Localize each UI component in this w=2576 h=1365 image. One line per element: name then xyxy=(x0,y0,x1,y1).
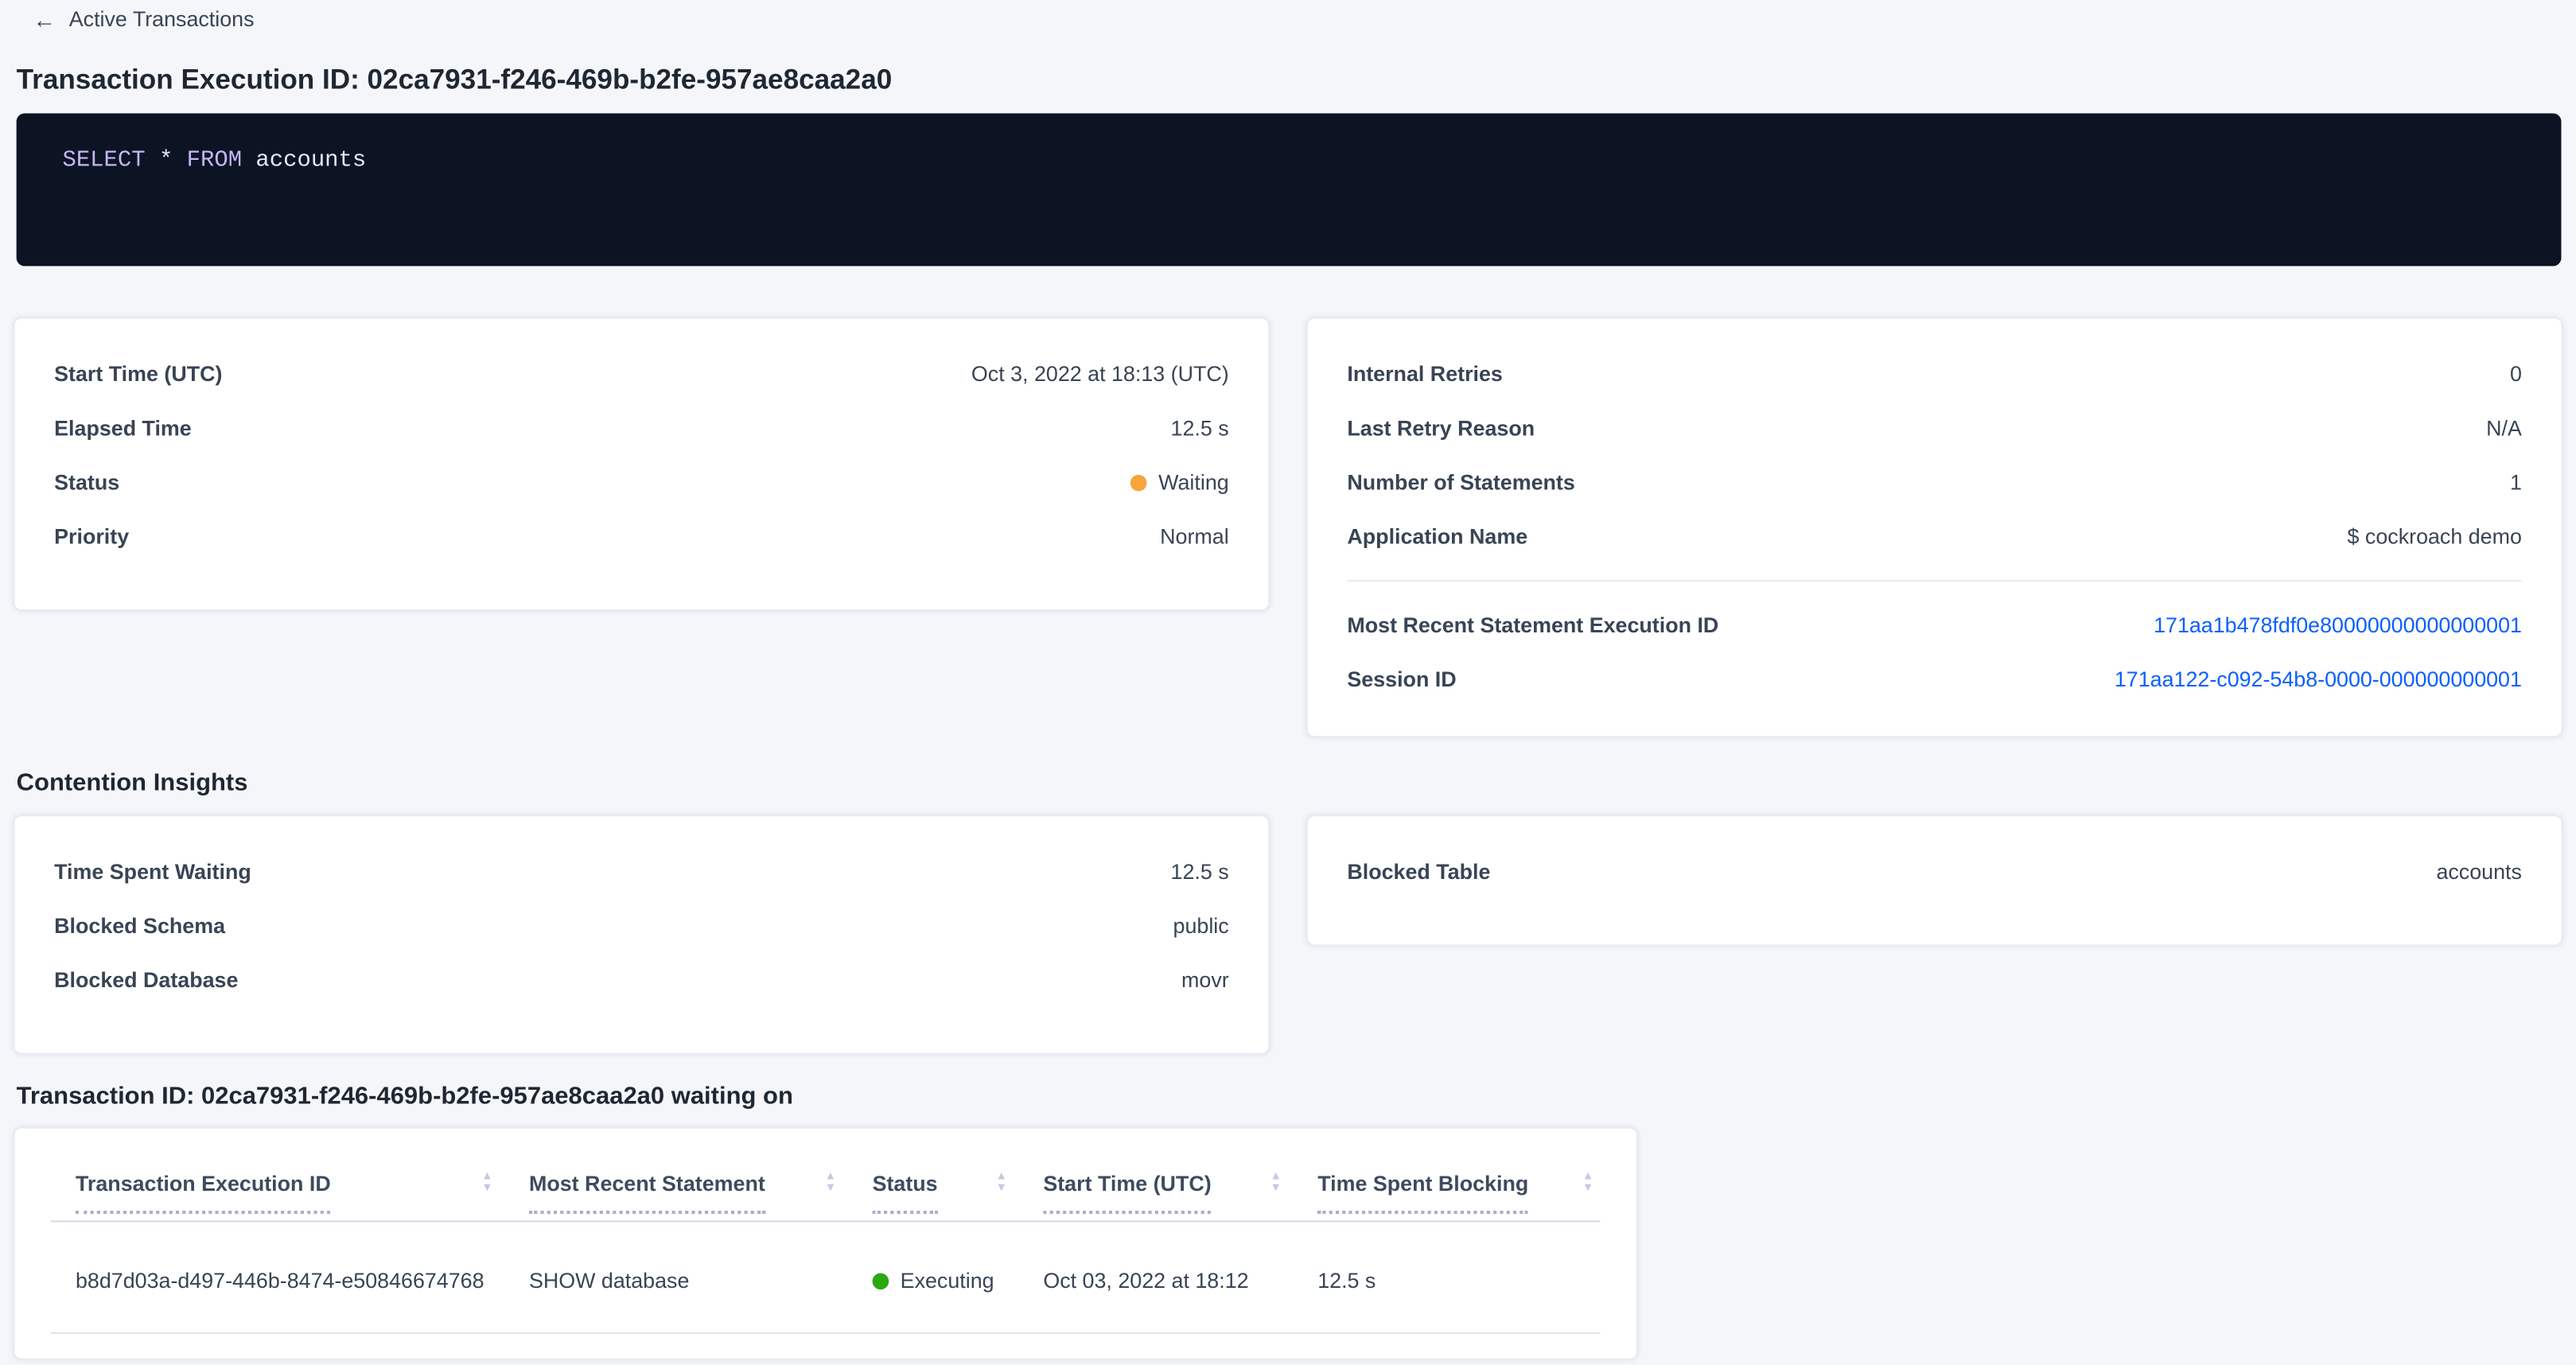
column-header-most-recent-statement[interactable]: Most Recent Statement ▲▼ xyxy=(529,1169,873,1219)
back-link-active-transactions[interactable]: ← Active Transactions xyxy=(33,6,254,31)
cell-transaction-execution-id: b8d7d03a-d497-446b-8474-e50846674768 xyxy=(76,1266,529,1295)
sort-icon[interactable]: ▲▼ xyxy=(1582,1172,1593,1192)
summary-row-status: Status Waiting xyxy=(54,465,1229,498)
summary-label: Start Time (UTC) xyxy=(54,357,222,390)
contention-row-blocked-schema: Blocked Schema public xyxy=(54,909,1229,942)
summary-label: Number of Statements xyxy=(1347,465,1574,498)
statement-execution-id-link[interactable]: 171aa1b478fdf0e80000000000000001 xyxy=(2154,609,2522,641)
summary-value: N/A xyxy=(2486,411,2522,444)
sort-asc-icon: ▲ xyxy=(1582,1172,1593,1180)
cell-most-recent-statement: SHOW database xyxy=(529,1266,873,1295)
sort-asc-icon: ▲ xyxy=(481,1172,492,1180)
summary-row-start-time: Start Time (UTC) Oct 3, 2022 at 18:13 (U… xyxy=(54,357,1229,390)
sql-statement-box: SELECT * FROM accounts xyxy=(17,112,2562,265)
waiting-on-table: Transaction Execution ID ▲▼ Most Recent … xyxy=(14,1126,1638,1359)
summary-row-last-retry-reason: Last Retry Reason N/A xyxy=(1347,411,2522,444)
summary-label: Last Retry Reason xyxy=(1347,411,1535,444)
status-text: Executing xyxy=(901,1266,994,1295)
sort-icon[interactable]: ▲▼ xyxy=(996,1172,1007,1192)
contention-row-blocked-table: Blocked Table accounts xyxy=(1347,855,2522,888)
cell-time-spent-blocking: 12.5 s xyxy=(1317,1266,1600,1295)
sort-desc-icon: ▼ xyxy=(1582,1184,1593,1192)
column-header-status[interactable]: Status ▲▼ xyxy=(873,1169,1044,1219)
waiting-on-heading: Transaction ID: 02ca7931-f246-469b-b2fe-… xyxy=(17,1082,2576,1111)
summary-value: public xyxy=(1173,909,1229,942)
contention-grid: Time Spent Waiting 12.5 s Blocked Schema… xyxy=(14,814,2563,1054)
summary-value: 12.5 s xyxy=(1171,855,1229,888)
table-row: b8d7d03a-d497-446b-8474-e50846674768 SHO… xyxy=(51,1221,1600,1332)
back-link-label: Active Transactions xyxy=(69,6,255,31)
contention-details-card: Time Spent Waiting 12.5 s Blocked Schema… xyxy=(14,814,1270,1054)
card-divider xyxy=(1347,579,2522,581)
summary-grid: Start Time (UTC) Oct 3, 2022 at 18:13 (U… xyxy=(14,317,2563,737)
column-header-label: Most Recent Statement xyxy=(529,1169,765,1213)
summary-row-elapsed-time: Elapsed Time 12.5 s xyxy=(54,411,1229,444)
status-text: Waiting xyxy=(1158,465,1229,498)
column-header-transaction-execution-id[interactable]: Transaction Execution ID ▲▼ xyxy=(76,1169,529,1219)
sort-desc-icon: ▼ xyxy=(481,1184,492,1192)
sort-icon[interactable]: ▲▼ xyxy=(1270,1172,1281,1192)
sql-keyword-select: SELECT xyxy=(62,147,145,173)
sort-icon[interactable]: ▲▼ xyxy=(481,1172,492,1192)
summary-label: Internal Retries xyxy=(1347,357,1502,390)
cell-status: Executing xyxy=(873,1266,1044,1297)
summary-label: Most Recent Statement Execution ID xyxy=(1347,609,1718,641)
sql-keyword-from: FROM xyxy=(187,147,242,173)
sql-star: * xyxy=(146,147,187,173)
cell-start-time: Oct 03, 2022 at 18:12 xyxy=(1043,1266,1317,1295)
column-header-start-time[interactable]: Start Time (UTC) ▲▼ xyxy=(1043,1169,1317,1219)
summary-label: Blocked Schema xyxy=(54,909,225,942)
summary-value: accounts xyxy=(2436,855,2521,888)
summary-label: Blocked Table xyxy=(1347,855,1490,888)
contention-insights-heading: Contention Insights xyxy=(17,768,2576,797)
summary-value: $ cockroach demo xyxy=(2348,520,2522,553)
summary-row-internal-retries: Internal Retries 0 xyxy=(1347,357,2522,390)
summary-label: Priority xyxy=(54,520,129,553)
transaction-details-page: ← Active Transactions Transaction Execut… xyxy=(0,0,2576,1365)
sort-asc-icon: ▲ xyxy=(825,1172,836,1180)
column-header-label: Status xyxy=(873,1169,938,1213)
page-title: Transaction Execution ID: 02ca7931-f246-… xyxy=(17,61,2576,97)
column-header-label: Start Time (UTC) xyxy=(1043,1169,1211,1213)
sort-asc-icon: ▲ xyxy=(996,1172,1007,1180)
summary-value: Oct 3, 2022 at 18:13 (UTC) xyxy=(971,357,1229,390)
sort-icon[interactable]: ▲▼ xyxy=(825,1172,836,1192)
summary-value: 1 xyxy=(2510,465,2522,498)
sort-desc-icon: ▼ xyxy=(1270,1184,1281,1192)
column-header-label: Transaction Execution ID xyxy=(76,1169,331,1213)
summary-value: 12.5 s xyxy=(1171,411,1229,444)
contention-row-time-spent-waiting: Time Spent Waiting 12.5 s xyxy=(54,855,1229,888)
summary-label: Application Name xyxy=(1347,520,1527,553)
column-header-label: Time Spent Blocking xyxy=(1317,1169,1528,1213)
contention-row-blocked-database: Blocked Database movr xyxy=(54,963,1229,996)
summary-label: Elapsed Time xyxy=(54,411,192,444)
summary-label: Status xyxy=(54,465,119,498)
summary-label: Blocked Database xyxy=(54,963,238,996)
summary-row-number-of-statements: Number of Statements 1 xyxy=(1347,465,2522,498)
summary-label: Session ID xyxy=(1347,663,1456,695)
column-header-time-spent-blocking[interactable]: Time Spent Blocking ▲▼ xyxy=(1317,1169,1600,1219)
summary-row-session-id: Session ID 171aa122-c092-54b8-0000-00000… xyxy=(1347,663,2522,695)
blocked-table-card: Blocked Table accounts xyxy=(1306,814,2563,945)
sort-asc-icon: ▲ xyxy=(1270,1172,1281,1180)
waiting-status-dot-icon xyxy=(1130,474,1147,491)
summary-value: movr xyxy=(1181,963,1229,996)
sort-desc-icon: ▼ xyxy=(825,1184,836,1192)
summary-row-application-name: Application Name $ cockroach demo xyxy=(1347,520,2522,553)
back-arrow-icon: ← xyxy=(33,7,56,30)
sql-table-name: accounts xyxy=(242,147,366,173)
session-id-link[interactable]: 171aa122-c092-54b8-0000-000000000001 xyxy=(2115,663,2522,695)
summary-value: Normal xyxy=(1160,520,1229,553)
transaction-times-card: Start Time (UTC) Oct 3, 2022 at 18:13 (U… xyxy=(14,317,1270,611)
summary-row-statement-execution-id: Most Recent Statement Execution ID 171aa… xyxy=(1347,609,2522,641)
transaction-attributes-card: Internal Retries 0 Last Retry Reason N/A… xyxy=(1306,317,2563,737)
summary-label: Time Spent Waiting xyxy=(54,855,251,888)
status-value: Waiting xyxy=(1130,465,1229,498)
summary-value: 0 xyxy=(2510,357,2522,390)
sort-desc-icon: ▼ xyxy=(996,1184,1007,1192)
table-header-row: Transaction Execution ID ▲▼ Most Recent … xyxy=(51,1128,1600,1222)
executing-status-dot-icon xyxy=(873,1272,889,1289)
summary-row-priority: Priority Normal xyxy=(54,520,1229,553)
